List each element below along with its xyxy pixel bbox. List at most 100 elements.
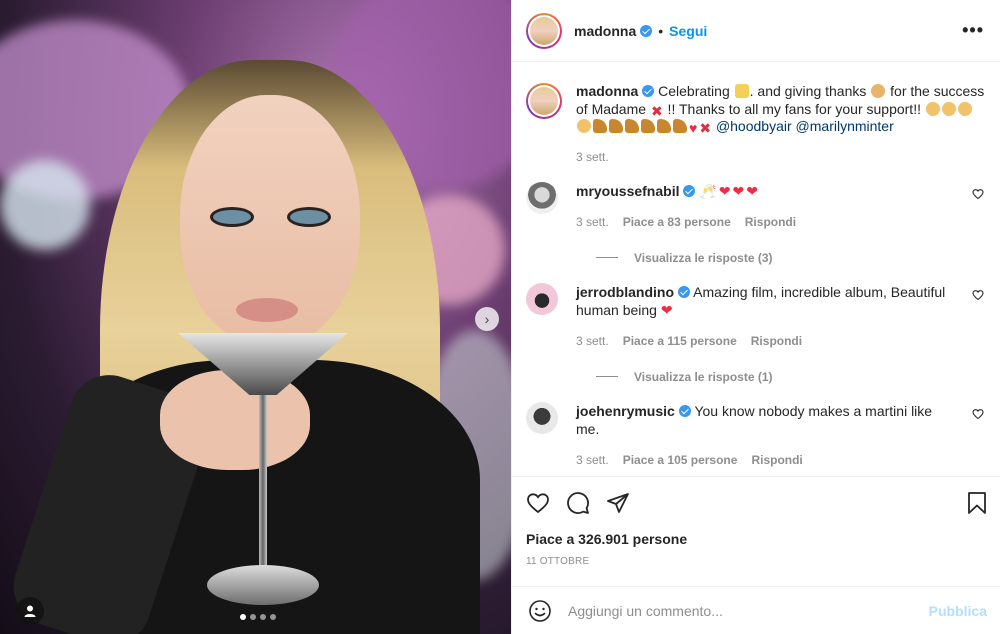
add-comment-bar: Pubblica xyxy=(512,586,1000,634)
view-replies-button[interactable]: Visualizza le risposte (3) xyxy=(634,251,773,265)
post-actions: Piace a 326.901 persone 11 OTTOBRE xyxy=(512,476,1000,567)
caption-text-segment: Celebrating xyxy=(658,83,734,99)
caption-username[interactable]: madonna xyxy=(576,83,638,99)
comment-time[interactable]: 3 sett. xyxy=(576,332,609,350)
comment-meta: 3 sett. Piace a 83 persone Rispondi xyxy=(576,213,956,231)
comment-block: jerrodblandino Amazing film, incredible … xyxy=(526,265,985,384)
carousel-dot xyxy=(240,614,246,620)
comments-list[interactable]: madonna Celebrating . and giving thanks … xyxy=(512,63,1000,475)
avatar[interactable] xyxy=(526,12,562,49)
reply-button[interactable]: Rispondi xyxy=(745,213,796,231)
comment-body: mryoussefnabil 🥂 ❤ ❤ ❤ 3 sett. Piace a 83 per… xyxy=(576,182,956,231)
comment-block: joehenrymusic You know nobody makes a ma… xyxy=(526,384,985,469)
heart-icon xyxy=(972,188,984,199)
verified-badge-icon xyxy=(640,24,653,37)
comment-meta: 3 sett. Piace a 105 persone Rispondi xyxy=(576,451,956,469)
trophy-icon xyxy=(734,84,749,98)
heart-icon: ❤ xyxy=(660,301,673,318)
subject-eye xyxy=(213,210,251,224)
caption-text-segment: . and giving thanks xyxy=(749,83,871,99)
verified-badge-icon xyxy=(678,404,691,417)
save-button[interactable] xyxy=(965,491,989,515)
comment: jerrodblandino Amazing film, incredible … xyxy=(526,265,985,350)
heart-icon xyxy=(527,493,549,514)
caption-text-segment: !! Thanks to all my fans for your suppor… xyxy=(663,100,925,117)
pray-icon xyxy=(871,84,886,98)
reply-button[interactable]: Rispondi xyxy=(751,332,802,350)
author-username[interactable]: madonna xyxy=(574,23,636,39)
avatar[interactable] xyxy=(526,282,558,315)
post-caption: madonna Celebrating . and giving thanks … xyxy=(526,63,985,136)
shoe-icon xyxy=(609,119,623,133)
carousel-dot xyxy=(260,614,266,620)
emoji-picker-button[interactable] xyxy=(528,599,552,623)
background-light xyxy=(0,160,90,250)
tagged-users-button[interactable] xyxy=(16,597,44,625)
clap-icon xyxy=(941,101,956,116)
heart-icon: ❤ xyxy=(746,182,759,199)
caption-time[interactable]: 3 sett. xyxy=(576,150,985,164)
post-side-panel: madonna • Segui ••• madonna Celebrating … xyxy=(511,0,1000,634)
clap-icon xyxy=(925,101,940,116)
post-photo[interactable]: › xyxy=(0,0,511,634)
replies-divider xyxy=(596,376,618,377)
cheers-icon: 🥂 xyxy=(699,182,717,199)
avatar[interactable] xyxy=(526,83,562,119)
user-mention-link[interactable]: @hoodbyair xyxy=(716,118,792,134)
heart-icon: ❤ xyxy=(718,182,731,199)
shoe-icon xyxy=(625,119,639,133)
subject-eye xyxy=(290,210,328,224)
carousel-indicator xyxy=(240,614,276,620)
shoe-icon xyxy=(657,119,671,133)
comment-likes-button[interactable]: Piace a 83 persone xyxy=(623,213,731,231)
comment-like-button[interactable] xyxy=(971,289,985,303)
shoe-icon xyxy=(673,119,687,133)
comment-time[interactable]: 3 sett. xyxy=(576,213,609,231)
comment-likes-button[interactable]: Piace a 115 persone xyxy=(623,332,737,350)
verified-badge-icon xyxy=(642,85,655,97)
user-icon xyxy=(24,605,36,617)
x-icon: ✖ xyxy=(650,102,663,119)
comment-like-button[interactable] xyxy=(971,408,985,422)
smiley-icon xyxy=(529,599,551,622)
heart-icon: ♥ xyxy=(689,120,698,136)
comment-username[interactable]: jerrodblandino xyxy=(576,284,674,300)
post-date[interactable]: 11 OTTOBRE xyxy=(526,556,989,567)
clap-icon xyxy=(577,119,591,133)
comment-input[interactable] xyxy=(568,602,929,619)
comment-button[interactable] xyxy=(566,491,590,515)
comment-likes-button[interactable]: Piace a 105 persone xyxy=(623,451,738,469)
carousel-next-button[interactable]: › xyxy=(475,307,499,331)
view-replies-button[interactable]: Visualizza le risposte (1) xyxy=(634,370,773,384)
like-button[interactable] xyxy=(526,491,550,515)
carousel-dot xyxy=(270,614,276,620)
comment-body: joehenrymusic You know nobody makes a ma… xyxy=(576,402,956,469)
post-header: madonna • Segui ••• xyxy=(512,0,1000,62)
comment-time[interactable]: 3 sett. xyxy=(576,451,609,469)
comment-icon xyxy=(567,492,589,514)
avatar[interactable] xyxy=(526,181,558,214)
follow-button[interactable]: Segui xyxy=(669,23,707,39)
comment-username[interactable]: joehenrymusic xyxy=(576,403,675,419)
comment-body: jerrodblandino Amazing film, incredible … xyxy=(576,283,956,350)
comment-like-button[interactable] xyxy=(971,188,985,202)
more-options-button[interactable]: ••• xyxy=(962,20,984,41)
separator-dot: • xyxy=(658,22,664,39)
share-button[interactable] xyxy=(606,491,630,515)
comment: mryoussefnabil 🥂 ❤ ❤ ❤ 3 sett. Piace a 83 per… xyxy=(526,164,985,231)
likes-count[interactable]: Piace a 326.901 persone xyxy=(526,531,989,547)
comment: joehenrymusic You know nobody makes a ma… xyxy=(526,384,985,469)
caption-text: madonna Celebrating . and giving thanks … xyxy=(576,83,985,136)
ellipsis-icon: ••• xyxy=(962,20,984,40)
view-replies-row: Visualizza le risposte (1) xyxy=(582,370,985,384)
avatar[interactable] xyxy=(526,401,558,434)
martini-glass-base xyxy=(207,565,319,605)
comment-username[interactable]: mryoussefnabil xyxy=(576,183,679,199)
comment-meta: 3 sett. Piace a 115 persone Rispondi xyxy=(576,332,956,350)
carousel-dot xyxy=(250,614,256,620)
comment-block: mryoussefnabil 🥂 ❤ ❤ ❤ 3 sett. Piace a 83 per… xyxy=(526,164,985,265)
reply-button[interactable]: Rispondi xyxy=(751,451,802,469)
publish-button[interactable]: Pubblica xyxy=(929,603,987,619)
chevron-right-icon: › xyxy=(484,311,490,327)
user-mention-link[interactable]: @marilynminter xyxy=(796,118,894,134)
